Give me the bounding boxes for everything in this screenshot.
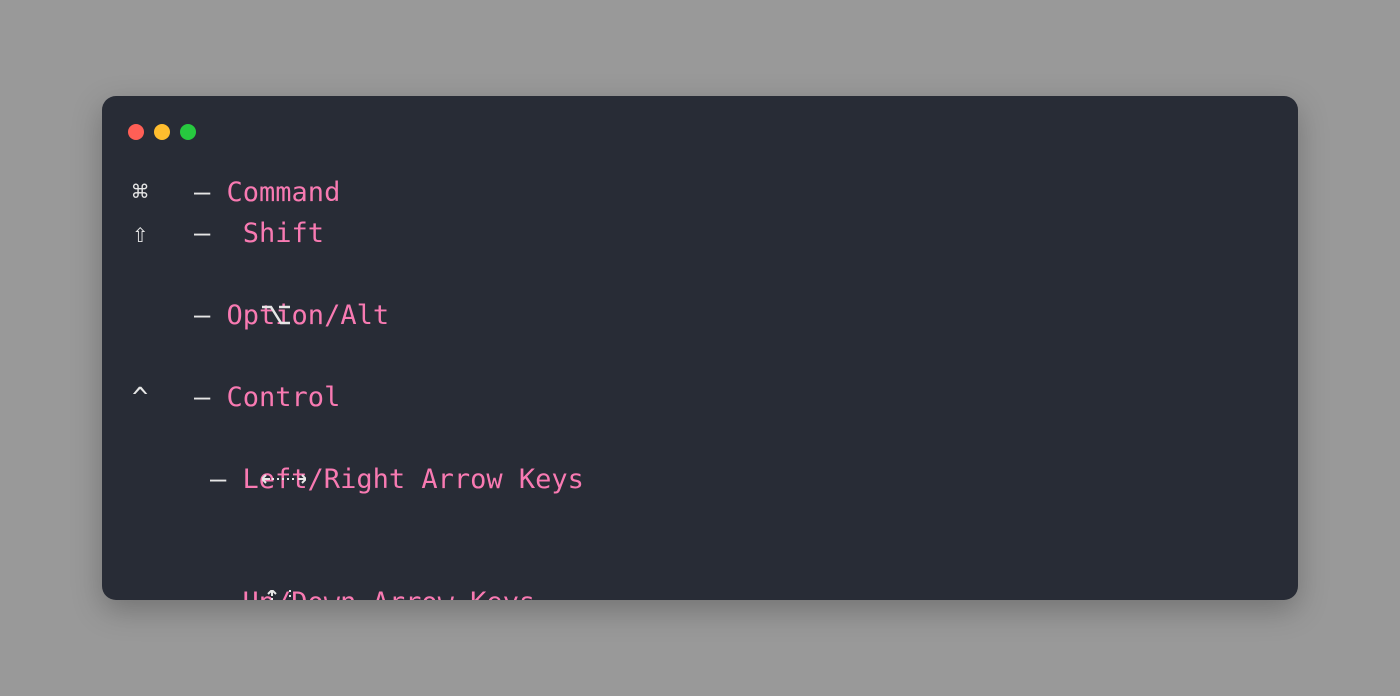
command-icon: ⌘ [132, 172, 194, 213]
legend-label: Option/Alt [210, 295, 389, 336]
separator: — [210, 459, 226, 500]
control-icon: ^ [132, 377, 194, 418]
legend-row: ⌘ — Command [132, 172, 1268, 213]
left-right-arrow-icon [132, 418, 210, 541]
separator: — [194, 172, 210, 213]
separator: — [194, 295, 210, 336]
separator: — [194, 213, 210, 254]
legend-label: Command [210, 172, 340, 213]
legend-row: — Up/Down Arrow Keys [132, 541, 1268, 600]
separator: — [210, 582, 226, 600]
shift-icon: ⇧ [132, 213, 194, 254]
close-icon[interactable] [128, 124, 144, 140]
maximize-icon[interactable] [180, 124, 196, 140]
separator: — [194, 377, 210, 418]
terminal-content: ⌘ — Command ⇧ — Shift — Option/Alt ^ — C… [102, 146, 1298, 600]
option-icon [132, 254, 194, 377]
legend-row: ⇧ — Shift [132, 213, 1268, 254]
up-down-arrow-icon [132, 541, 210, 600]
legend-label: Shift [210, 213, 324, 254]
legend-row: ^ — Control [132, 377, 1268, 418]
minimize-icon[interactable] [154, 124, 170, 140]
window-titlebar [102, 96, 1298, 146]
legend-label: Control [210, 377, 340, 418]
terminal-window: ⌘ — Command ⇧ — Shift — Option/Alt ^ — C… [102, 96, 1298, 600]
legend-row: — Option/Alt [132, 254, 1268, 377]
legend-row: — Left/Right Arrow Keys [132, 418, 1268, 541]
